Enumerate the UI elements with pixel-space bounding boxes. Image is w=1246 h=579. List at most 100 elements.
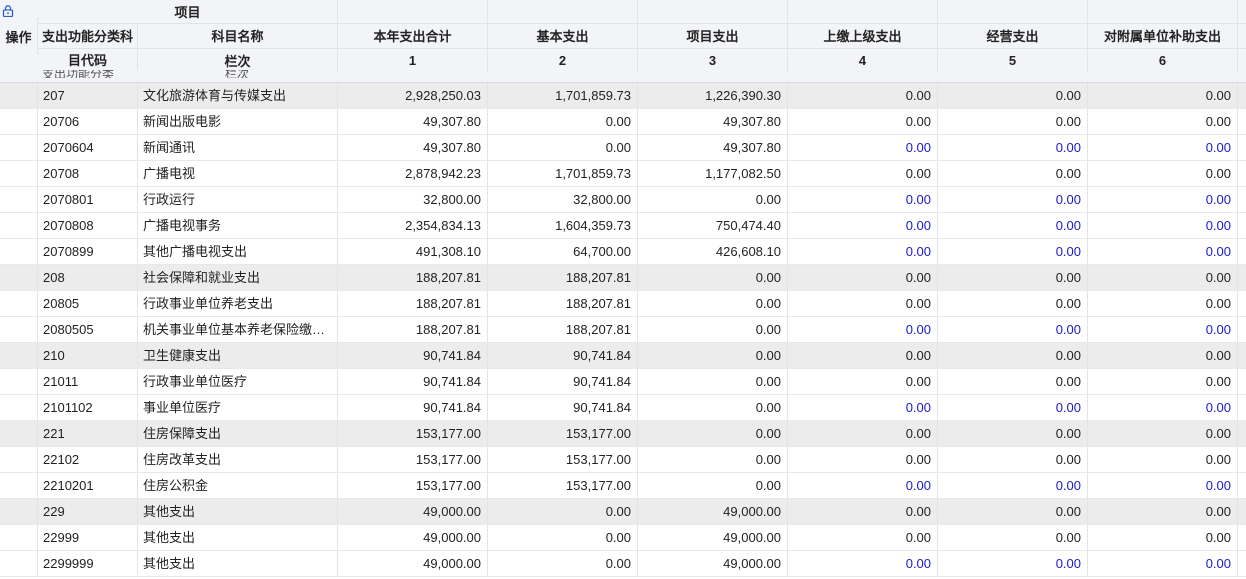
amount-cell: 2,928,250.03 [338,83,488,108]
header-column-title: 项目支出 [638,23,788,48]
editable-amount-cell[interactable]: 0.00 [938,187,1088,212]
row-operation-cell[interactable] [0,447,38,472]
editable-amount-cell[interactable]: 0.00 [788,187,938,212]
table-row[interactable]: 20805 行政事业单位养老支出 188,207.81 188,207.81 0.00 0… [0,291,1246,317]
row-operation-cell[interactable] [0,369,38,394]
row-operation-cell[interactable] [0,109,38,134]
amount-cell: 49,307.80 [638,109,788,134]
editable-amount-cell[interactable]: 0.00 [1088,213,1238,238]
header-code-line2: 目代码 [38,48,138,70]
table-row[interactable]: 207 文化旅游体育与传媒支出 2,928,250.03 1,701,859.73 1,… [0,83,1246,109]
row-operation-cell[interactable] [0,239,38,264]
amount-cell: 0.00 [788,369,938,394]
editable-amount-cell[interactable]: 0.00 [1088,473,1238,498]
table-row[interactable]: 208 社会保障和就业支出 188,207.81 188,207.81 0.00 0.00… [0,265,1246,291]
table-row[interactable]: 21011 行政事业单位医疗 90,741.84 90,741.84 0.00 0.00 0… [0,369,1246,395]
subject-name: 行政事业单位医疗 [138,369,338,394]
row-operation-cell[interactable] [0,187,38,212]
row-operation-cell[interactable] [0,317,38,342]
amount-cell: 491,308.10 [338,239,488,264]
amount-cell: 0.00 [938,447,1088,472]
row-operation-cell[interactable] [0,421,38,446]
amount-cell: 0.00 [638,369,788,394]
row-operation-cell[interactable] [0,343,38,368]
editable-amount-cell[interactable]: 0.00 [788,395,938,420]
editable-amount-cell[interactable]: 0.00 [938,239,1088,264]
amount-cell: 0.00 [488,499,638,524]
editable-amount-cell[interactable]: 0.00 [938,395,1088,420]
editable-amount-cell[interactable]: 0.00 [1088,395,1238,420]
table-row[interactable]: 22999 其他支出 49,000.00 0.00 49,000.00 0.00 0.00 0… [0,525,1246,551]
editable-amount-cell[interactable]: 0.00 [938,213,1088,238]
table-row[interactable]: 210 卫生健康支出 90,741.84 90,741.84 0.00 0.00 0.00 0… [0,343,1246,369]
editable-amount-cell[interactable]: 0.00 [788,213,938,238]
amount-cell: 0.00 [1088,369,1238,394]
table-row[interactable]: 20708 广播电视 2,878,942.23 1,701,859.73 1,177,0… [0,161,1246,187]
table-row[interactable]: 2210201 住房公积金 153,177.00 153,177.00 0.00 0.00… [0,473,1246,499]
editable-amount-cell[interactable]: 0.00 [788,135,938,160]
amount-cell: 0.00 [788,83,938,108]
editable-amount-cell[interactable]: 0.00 [1088,135,1238,160]
row-operation-cell[interactable] [0,499,38,524]
editable-amount-cell[interactable]: 0.00 [938,317,1088,342]
row-operation-cell[interactable] [0,265,38,290]
table-row[interactable]: 20706 新闻出版电影 49,307.80 0.00 49,307.80 0.00 0.0… [0,109,1246,135]
editable-amount-cell[interactable]: 0.00 [1088,239,1238,264]
table-row[interactable]: 2070899 其他广播电视支出 491,308.10 64,700.00 426,60… [0,239,1246,265]
amount-cell: 0.00 [788,343,938,368]
lock-icon[interactable] [2,5,14,17]
row-operation-cell[interactable] [0,135,38,160]
subject-code: 2070604 [38,135,138,160]
amount-cell: 0.00 [938,499,1088,524]
amount-cell: 0.00 [788,291,938,316]
row-operation-cell[interactable] [0,525,38,550]
table-row[interactable]: 2101102 事业单位医疗 90,741.84 90,741.84 0.00 0.00 0… [0,395,1246,421]
header-spacer [1088,0,1238,23]
editable-amount-cell[interactable]: 0.00 [1088,317,1238,342]
table-row[interactable]: 2080505 机关事业单位基本养老保险缴… 188,207.81 188,207.8… [0,317,1246,343]
table-row[interactable]: 2070808 广播电视事务 2,354,834.13 1,604,359.73 750… [0,213,1246,239]
subject-name: 住房保障支出 [138,421,338,446]
subject-name: 卫生健康支出 [138,343,338,368]
table-row[interactable]: 2070801 行政运行 32,800.00 32,800.00 0.00 0.00 0.0… [0,187,1246,213]
amount-cell: 0.00 [1088,109,1238,134]
editable-amount-cell[interactable]: 0.00 [938,551,1088,576]
subject-code: 221 [38,421,138,446]
editable-amount-cell[interactable]: 0.00 [1088,551,1238,576]
row-operation-cell[interactable] [0,83,38,108]
editable-amount-cell[interactable]: 0.00 [788,473,938,498]
amount-cell: 0.00 [638,291,788,316]
row-operation-cell[interactable] [0,161,38,186]
amount-cell: 90,741.84 [338,343,488,368]
editable-amount-cell[interactable]: 0.00 [788,317,938,342]
editable-amount-cell[interactable]: 0.00 [938,473,1088,498]
subject-name: 其他支出 [138,499,338,524]
header-column-title: 基本支出 [488,23,638,48]
table-row[interactable]: 229 其他支出 49,000.00 0.00 49,000.00 0.00 0.00 0.0… [0,499,1246,525]
amount-cell: 153,177.00 [488,421,638,446]
amount-cell: 0.00 [788,265,938,290]
amount-cell: 0.00 [488,135,638,160]
editable-amount-cell[interactable]: 0.00 [788,551,938,576]
amount-cell: 1,701,859.73 [488,161,638,186]
row-operation-cell[interactable] [0,551,38,576]
table-row[interactable]: 2070604 新闻通讯 49,307.80 0.00 49,307.80 0.00 0.0… [0,135,1246,161]
amount-cell: 153,177.00 [488,473,638,498]
table-row[interactable]: 2299999 其他支出 49,000.00 0.00 49,000.00 0.00 0.0… [0,551,1246,577]
editable-amount-cell[interactable]: 0.00 [1088,187,1238,212]
subject-code: 2210201 [38,473,138,498]
subject-name: 广播电视事务 [138,213,338,238]
subject-name: 行政运行 [138,187,338,212]
editable-amount-cell[interactable]: 0.00 [788,239,938,264]
row-operation-cell[interactable] [0,395,38,420]
amount-cell: 750,474.40 [638,213,788,238]
row-operation-cell[interactable] [0,473,38,498]
row-operation-cell[interactable] [0,291,38,316]
table-row[interactable]: 221 住房保障支出 153,177.00 153,177.00 0.00 0.00 0.0… [0,421,1246,447]
subject-name: 文化旅游体育与传媒支出 [138,83,338,108]
header-spacer [938,0,1088,23]
editable-amount-cell[interactable]: 0.00 [938,135,1088,160]
table-row[interactable]: 22102 住房改革支出 153,177.00 153,177.00 0.00 0.00 0… [0,447,1246,473]
row-operation-cell[interactable] [0,213,38,238]
amount-cell: 49,000.00 [638,551,788,576]
